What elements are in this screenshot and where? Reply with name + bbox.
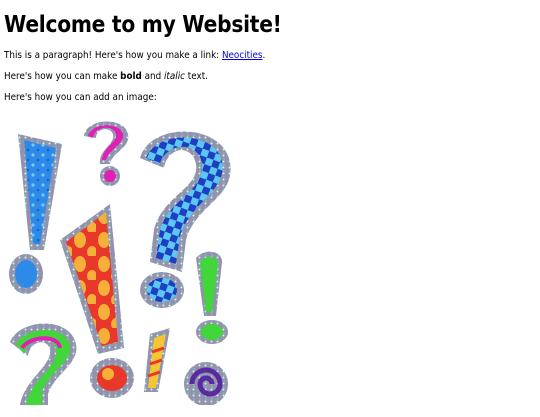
magenta-question-mark (84, 121, 129, 186)
punctuation-clipart (9, 121, 231, 405)
paragraph-image: Here's how you can add an image: (4, 92, 157, 103)
paragraph-formatting: Here's how you can make bold and italic … (4, 71, 472, 83)
page-content: Welcome to my Website! This is a paragra… (0, 12, 540, 104)
paragraph-link-end: . (262, 50, 266, 61)
paragraph-link-text: This is a paragraph! Here's how you make… (4, 50, 222, 61)
paragraph-formatting-text: Here's how you can make (4, 71, 121, 82)
purple-swirl (184, 362, 228, 405)
paragraph-link: This is a paragraph! Here's how you make… (4, 50, 472, 62)
paragraph-formatting-end: text. (185, 71, 208, 82)
green-exclamation-mark (196, 251, 228, 344)
red-polkadot-exclamation (60, 204, 134, 398)
page-title: Welcome to my Website! (4, 12, 282, 38)
punctuation-image (0, 112, 240, 405)
paragraph-formatting-and: and (141, 71, 164, 82)
blue-exclamation-mark (9, 134, 62, 294)
italic-text: italic (163, 71, 186, 82)
green-question-mark (10, 323, 77, 405)
neocities-link[interactable]: Neocities (222, 50, 263, 61)
bold-text: bold (120, 71, 142, 82)
orange-exclamation-mark (144, 328, 170, 392)
